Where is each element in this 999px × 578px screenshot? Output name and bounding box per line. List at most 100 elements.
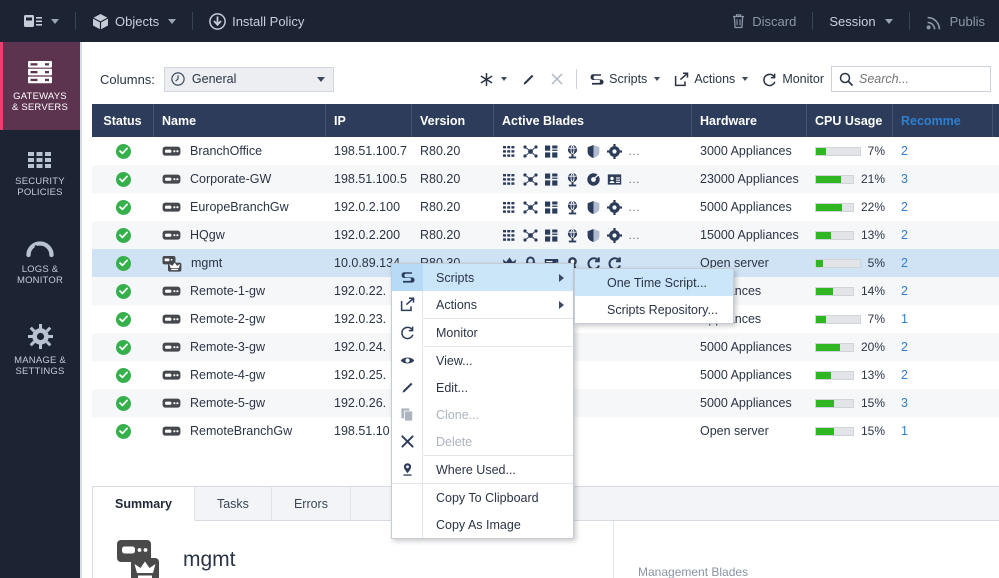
sidebar-item-security-policies[interactable]: SECURITY POLICIES	[0, 130, 80, 218]
status-ok-icon	[115, 255, 131, 271]
blade-grid-icon	[502, 228, 517, 243]
row-cpu-usage-cell: 5%	[807, 249, 893, 277]
blade-apps-icon	[544, 228, 559, 243]
row-hardware-cell: 23000 Appliances	[700, 172, 799, 186]
row-status-cell	[92, 137, 154, 165]
blade-network-icon	[523, 228, 538, 243]
edit-object-button[interactable]	[514, 67, 543, 92]
row-recommended-cell[interactable]: 3	[893, 165, 993, 193]
search-box[interactable]	[831, 66, 991, 92]
row-recommended-cell[interactable]: 2	[893, 361, 993, 389]
cpu-usage-bar	[815, 370, 854, 380]
row-name-cell: Corporate-GW	[154, 165, 326, 193]
table-row[interactable]: HQgw 192.0.2.200 R80.20 … 15000 Appliances 13…	[92, 221, 999, 249]
context-menu-item-edit[interactable]: Edit...	[392, 374, 573, 401]
row-recommended-cell[interactable]: 3	[893, 389, 993, 417]
cpu-usage-bar	[815, 174, 854, 184]
session-menu-button[interactable]: Session	[819, 8, 902, 35]
sidebar-item-label: GATEWAYS & SERVERS	[11, 91, 68, 113]
row-recommended-cell[interactable]: 2	[893, 137, 993, 165]
column-header-active-blades[interactable]: Active Blades	[494, 104, 692, 137]
actions-menu-button[interactable]: Actions	[667, 67, 755, 92]
row-cpu-usage-cell: 15%	[807, 389, 893, 417]
delete-object-button[interactable]	[543, 67, 571, 91]
install-policy-label: Install Policy	[232, 13, 305, 29]
context-menu-item-scripts[interactable]: Scripts	[392, 264, 573, 291]
row-hardware-cell: 15000 Appliances	[700, 228, 799, 242]
tab-errors[interactable]: Errors	[272, 487, 351, 520]
monitor-label: Monitor	[782, 72, 824, 86]
context-menu-item-monitor[interactable]: Monitor	[392, 319, 573, 346]
row-recommended-cell[interactable]: 2	[893, 193, 993, 221]
pin-icon	[392, 456, 423, 483]
more-blades-indicator[interactable]: …	[628, 228, 641, 242]
row-recommended-cell[interactable]: 2	[893, 277, 993, 305]
row-recommended-cell[interactable]: 2	[893, 221, 993, 249]
chevron-down-icon	[168, 18, 177, 24]
context-menu-item-whereused[interactable]: Where Used...	[392, 456, 573, 483]
gear-icon	[27, 323, 53, 349]
table-row[interactable]: Corporate-GW 198.51.100.5 R80.20 … 23000 App…	[92, 165, 999, 193]
publish-button[interactable]: Publis	[916, 7, 995, 36]
context-menu-item-copyasimage[interactable]: Copy As Image	[392, 511, 573, 538]
cpu-usage-label: 7%	[867, 312, 885, 326]
new-object-button[interactable]	[472, 67, 514, 92]
sidebar-item-gateways-servers[interactable]: GATEWAYS & SERVERS	[0, 42, 80, 130]
sidebar-item-logs-monitor[interactable]: LOGS & MONITOR	[0, 218, 80, 306]
row-status-cell	[92, 221, 154, 249]
row-recommended-cell[interactable]: 2	[893, 333, 993, 361]
column-header-hardware[interactable]: Hardware	[692, 104, 807, 137]
context-menu-item-actions[interactable]: Actions	[392, 291, 573, 318]
cpu-usage-bar	[815, 342, 854, 352]
more-blades-indicator[interactable]: …	[628, 172, 641, 186]
column-header-status[interactable]: Status	[92, 104, 154, 137]
status-ok-icon	[115, 367, 131, 383]
chevron-down-icon	[884, 18, 893, 24]
column-header-cpu-usage[interactable]: CPU Usage	[807, 104, 893, 137]
table-row[interactable]: BranchOffice 198.51.100.7 R80.20 … 3000 Appl…	[92, 137, 999, 165]
context-menu-item-copytoclipboard[interactable]: Copy To Clipboard	[392, 484, 573, 511]
row-recommended-cell[interactable]: 1	[893, 305, 993, 333]
row-status-cell	[92, 305, 154, 333]
tab-tasks[interactable]: Tasks	[195, 487, 272, 520]
column-header-ip[interactable]: IP	[326, 104, 412, 137]
blade-gear-icon	[607, 143, 622, 159]
discard-button[interactable]: Discard	[721, 7, 806, 35]
blade-globe-icon	[565, 172, 580, 187]
scripts-menu-button[interactable]: Scripts	[582, 67, 667, 92]
search-input[interactable]	[859, 72, 983, 86]
more-blades-indicator[interactable]: …	[628, 200, 641, 214]
gateway-icon	[162, 228, 181, 242]
install-policy-button[interactable]: Install Policy	[199, 7, 314, 36]
submenu-item-scriptsrepository[interactable]: Scripts Repository...	[575, 296, 733, 323]
column-header-recommended[interactable]: Recomme	[893, 104, 993, 137]
row-status-cell	[92, 277, 154, 305]
row-recommended-cell[interactable]: 2	[893, 249, 993, 277]
context-menu-item-view[interactable]: View...	[392, 347, 573, 374]
application-window: Objects Install Policy Discard Session P…	[0, 0, 999, 578]
divider	[75, 12, 76, 30]
scripts-icon	[392, 264, 423, 291]
chevron-down-icon	[501, 77, 508, 81]
monitor-button[interactable]: Monitor	[755, 67, 831, 92]
row-cpu-usage-cell: 7%	[807, 305, 893, 333]
submenu-item-onetimescript[interactable]: One Time Script...	[575, 269, 733, 296]
more-blades-indicator[interactable]: …	[628, 144, 641, 158]
columns-select[interactable]: General	[163, 66, 334, 92]
view-menu-button[interactable]	[14, 8, 69, 35]
column-header-version[interactable]: Version	[412, 104, 494, 137]
row-name-label: Remote-4-gw	[190, 368, 266, 382]
servers-icon	[26, 59, 54, 85]
row-name-cell: Remote-2-gw	[154, 305, 326, 333]
objects-menu-button[interactable]: Objects	[82, 7, 186, 36]
row-active-blades-cell: …	[494, 165, 692, 193]
row-name-cell: HQgw	[154, 221, 326, 249]
row-name-cell: EuropeBranchGw	[154, 193, 326, 221]
column-header-name[interactable]: Name	[154, 104, 326, 137]
context-menu: Scripts Actions Monitor View... Edit... Clone…	[391, 263, 574, 539]
row-recommended-cell[interactable]: 1	[893, 417, 993, 445]
row-cpu-usage-cell: 22%	[807, 193, 893, 221]
sidebar-item-manage-settings[interactable]: MANAGE & SETTINGS	[0, 306, 80, 394]
table-row[interactable]: EuropeBranchGw 192.0.2.100 R80.20 … 5000 App…	[92, 193, 999, 221]
tab-summary[interactable]: Summary	[93, 487, 195, 521]
